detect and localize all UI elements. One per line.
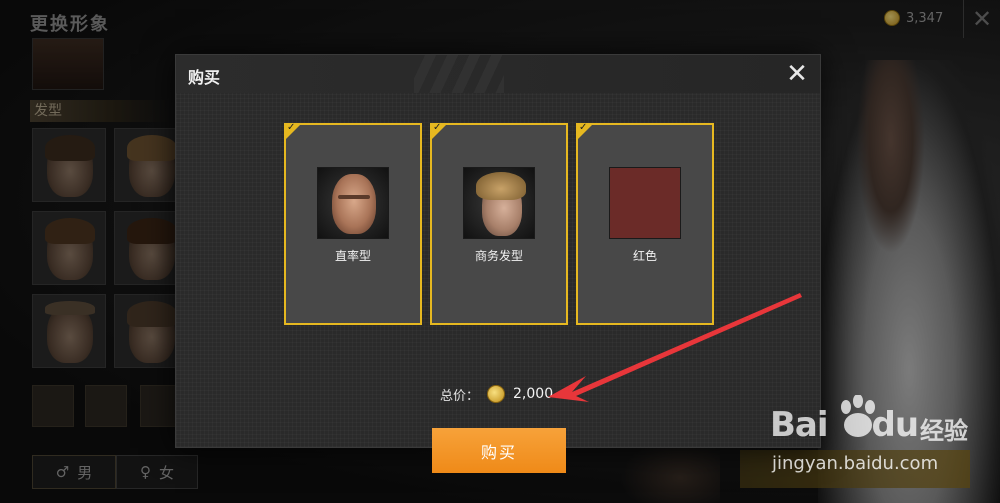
checkmark-icon: ✓ [433,122,442,133]
purchase-item-card[interactable]: ✓ 直率型 [284,122,422,325]
purchase-dialog: 购买 ✕ ✓ 直率型 ✓ 商务发型 ✓ 红色 总价： 2,000 购买 [175,54,821,473]
item-label: 直率型 [334,249,371,263]
item-label: 红色 [632,249,657,263]
coin-icon [487,385,506,403]
dialog-close-button[interactable]: ✕ [781,59,813,89]
dialog-header: 购买 ✕ [176,55,820,93]
close-icon: ✕ [786,59,808,89]
item-label: 商务发型 [474,249,523,263]
header-stripes [414,55,504,93]
checkmark-icon: ✓ [579,122,588,133]
item-face-thumbnail [317,167,389,239]
purchase-item-card[interactable]: ✓ 商务发型 [430,122,568,325]
checkmark-icon: ✓ [287,122,296,133]
item-hair-thumbnail [463,167,535,239]
dialog-title: 购买 [188,68,221,87]
total-price-label: 总价： [440,388,480,404]
baidu-watermark: Bai du 经验 jingyan.baidu.com [770,395,990,485]
watermark-cn-text: 经验 [920,417,968,445]
paw-icon [841,395,875,437]
total-price-row: 总价： 2,000 [440,383,553,405]
total-price-value: 2,000 [513,386,554,402]
purchase-item-card[interactable]: ✓ 红色 [576,122,714,325]
watermark-url: jingyan.baidu.com [772,453,939,474]
buy-button[interactable]: 购买 [432,428,566,473]
item-color-swatch [609,167,681,239]
dialog-body: ✓ 直率型 ✓ 商务发型 ✓ 红色 总价： 2,000 购买 [176,93,820,473]
